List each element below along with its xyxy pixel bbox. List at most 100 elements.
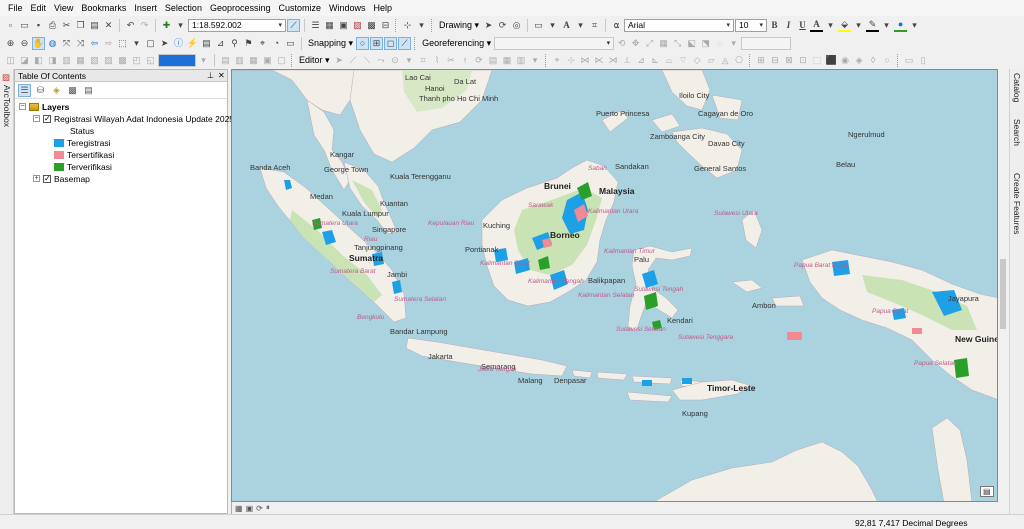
- collapse-icon[interactable]: −: [33, 115, 40, 122]
- arctoolbox-tab[interactable]: ▨ ArcToolbox: [1, 73, 13, 127]
- italic-button[interactable]: I: [782, 19, 795, 32]
- model-builder-icon[interactable]: ⊟: [379, 19, 392, 32]
- clear-selection-icon[interactable]: ▢: [144, 37, 157, 50]
- copy-icon[interactable]: ❐: [74, 19, 87, 32]
- arctoolbox-icon[interactable]: ▨: [351, 19, 364, 32]
- add-data-dropdown-icon[interactable]: ▾: [174, 19, 187, 32]
- editor-toolbar-icon[interactable]: ⟋: [287, 18, 300, 32]
- list-by-visibility-icon[interactable]: ◈: [50, 84, 63, 97]
- toolbar-grip[interactable]: [395, 18, 398, 32]
- catalog-tab[interactable]: Catalog: [1012, 73, 1022, 102]
- select-features-icon[interactable]: ⬚: [116, 37, 129, 50]
- menu-item-help[interactable]: Help: [370, 0, 397, 16]
- layer-visibility-checkbox[interactable]: ✓: [43, 114, 51, 123]
- identify-icon[interactable]: ⓘ: [172, 37, 185, 50]
- dropdown-icon[interactable]: ▾: [908, 19, 921, 32]
- measure-icon[interactable]: ⊿: [214, 37, 227, 50]
- add-data-icon[interactable]: ✚: [160, 19, 173, 32]
- menu-item-selection[interactable]: Selection: [161, 0, 206, 16]
- select-elements-icon[interactable]: ➤: [158, 37, 171, 50]
- pan-icon[interactable]: ✋: [32, 36, 45, 50]
- editor-menu[interactable]: Editor ▾: [297, 55, 332, 66]
- point-snapping-icon[interactable]: ○: [356, 36, 370, 50]
- snapping-menu[interactable]: Snapping ▾: [306, 38, 355, 49]
- layer-combo[interactable]: [158, 53, 196, 67]
- forward-extent-icon[interactable]: ⇨: [102, 37, 115, 50]
- zoom-in-icon[interactable]: ⊕: [4, 37, 17, 50]
- python-icon[interactable]: ▩: [365, 19, 378, 32]
- close-icon[interactable]: ✕: [218, 70, 225, 82]
- scrollbar-thumb[interactable]: [1000, 259, 1006, 329]
- line-color-icon[interactable]: ✎: [866, 19, 880, 32]
- edge-snapping-icon[interactable]: ⟋: [398, 36, 412, 50]
- marker-color-icon[interactable]: ●: [894, 19, 908, 32]
- search-tab[interactable]: Search: [1012, 119, 1022, 146]
- find-icon[interactable]: ⚲: [228, 37, 241, 50]
- menu-item-windows[interactable]: Windows: [325, 0, 370, 16]
- menu-item-view[interactable]: View: [50, 0, 77, 16]
- time-slider-icon[interactable]: ◔: [270, 37, 283, 50]
- dropdown-icon[interactable]: ▾: [415, 19, 428, 32]
- fixed-zoom-in-icon[interactable]: ⤧: [60, 37, 73, 50]
- menu-item-customize[interactable]: Customize: [275, 0, 326, 16]
- fill-color-icon[interactable]: ⬙: [838, 19, 852, 32]
- pin-icon[interactable]: ⊥: [207, 70, 214, 82]
- layer-item-registrasi[interactable]: − ✓ Registrasi Wilayah Adat Indonesia Up…: [33, 113, 234, 124]
- list-by-source-icon[interactable]: ⛁: [34, 84, 47, 97]
- expand-icon[interactable]: +: [33, 175, 40, 182]
- redo-icon[interactable]: ↷: [138, 19, 151, 32]
- refresh-icon[interactable]: ⟳: [256, 504, 263, 513]
- map-scrollbar[interactable]: [998, 69, 1009, 502]
- map-view[interactable]: Lao Cai Hanoi Da Lat Thanh pho Ho Chi Mi…: [231, 69, 998, 502]
- create-features-tab[interactable]: Create Features: [1012, 173, 1022, 234]
- menu-item-bookmarks[interactable]: Bookmarks: [77, 0, 130, 16]
- rectangle-icon[interactable]: ▭: [532, 19, 545, 32]
- options-icon[interactable]: ▤: [82, 84, 95, 97]
- vertex-snapping-icon[interactable]: ◻: [384, 36, 398, 50]
- search-window-icon[interactable]: ▣: [337, 19, 350, 32]
- open-folder-icon[interactable]: ▭: [18, 19, 31, 32]
- data-view-icon[interactable]: ▦: [235, 504, 243, 513]
- legend-class-terverifikasi[interactable]: Terverifikasi: [54, 161, 112, 172]
- georeferencing-layer-combo[interactable]: ▾: [494, 36, 615, 50]
- georeferencing-menu[interactable]: Georeferencing ▾: [420, 38, 493, 49]
- undo-icon[interactable]: ↶: [124, 19, 137, 32]
- legend-class-tersertifikasi[interactable]: Tersertifikasi: [54, 149, 114, 160]
- menu-item-file[interactable]: File: [4, 0, 27, 16]
- pause-drawing-icon[interactable]: ⏸: [266, 503, 270, 513]
- find-route-icon[interactable]: ⚑: [242, 37, 255, 50]
- new-document-icon[interactable]: ▫: [4, 19, 17, 32]
- full-extent-icon[interactable]: ◍: [46, 37, 59, 50]
- toolbar-grip[interactable]: [544, 53, 548, 67]
- collapse-icon[interactable]: −: [19, 103, 26, 110]
- map-scale-combo[interactable]: 1:18.592.002 ▾: [188, 18, 286, 32]
- dropdown-icon[interactable]: ▾: [824, 19, 837, 32]
- dropdown-icon[interactable]: ▾: [574, 19, 587, 32]
- toolbar-grip[interactable]: [414, 36, 417, 50]
- fixed-zoom-out-icon[interactable]: ⤨: [74, 37, 87, 50]
- menu-item-insert[interactable]: Insert: [130, 0, 161, 16]
- bold-button[interactable]: B: [768, 19, 781, 32]
- delete-icon[interactable]: ✕: [102, 19, 115, 32]
- toolbar-grip[interactable]: [291, 53, 294, 67]
- hyperlink-icon[interactable]: ⚡: [186, 37, 199, 50]
- select-elements-icon[interactable]: ➤: [482, 19, 495, 32]
- font-name-combo[interactable]: Arial ▾: [624, 18, 735, 32]
- font-size-combo[interactable]: 10 ▾: [735, 18, 768, 32]
- print-icon[interactable]: ⎙: [46, 19, 59, 32]
- zoom-whole-page-icon[interactable]: ◎: [510, 19, 523, 32]
- font-color-icon[interactable]: A: [810, 19, 824, 32]
- layout-view-icon[interactable]: ▣: [246, 504, 254, 513]
- dropdown-icon[interactable]: ▾: [130, 37, 143, 50]
- catalog-icon[interactable]: ▦: [323, 19, 336, 32]
- list-by-drawing-order-icon[interactable]: ☰: [18, 83, 31, 97]
- layer-visibility-checkbox[interactable]: ✓: [43, 174, 51, 183]
- toolbar-grip[interactable]: [748, 53, 752, 67]
- georef-input[interactable]: [741, 36, 792, 50]
- html-popup-icon[interactable]: ▤: [200, 37, 213, 50]
- rotate-icon[interactable]: ⟳: [496, 19, 509, 32]
- cut-icon[interactable]: ✂: [60, 19, 73, 32]
- toolbar-grip[interactable]: [896, 53, 900, 67]
- dropdown-icon[interactable]: ▾: [546, 19, 559, 32]
- edit-vertices-icon[interactable]: ⌗: [588, 19, 601, 32]
